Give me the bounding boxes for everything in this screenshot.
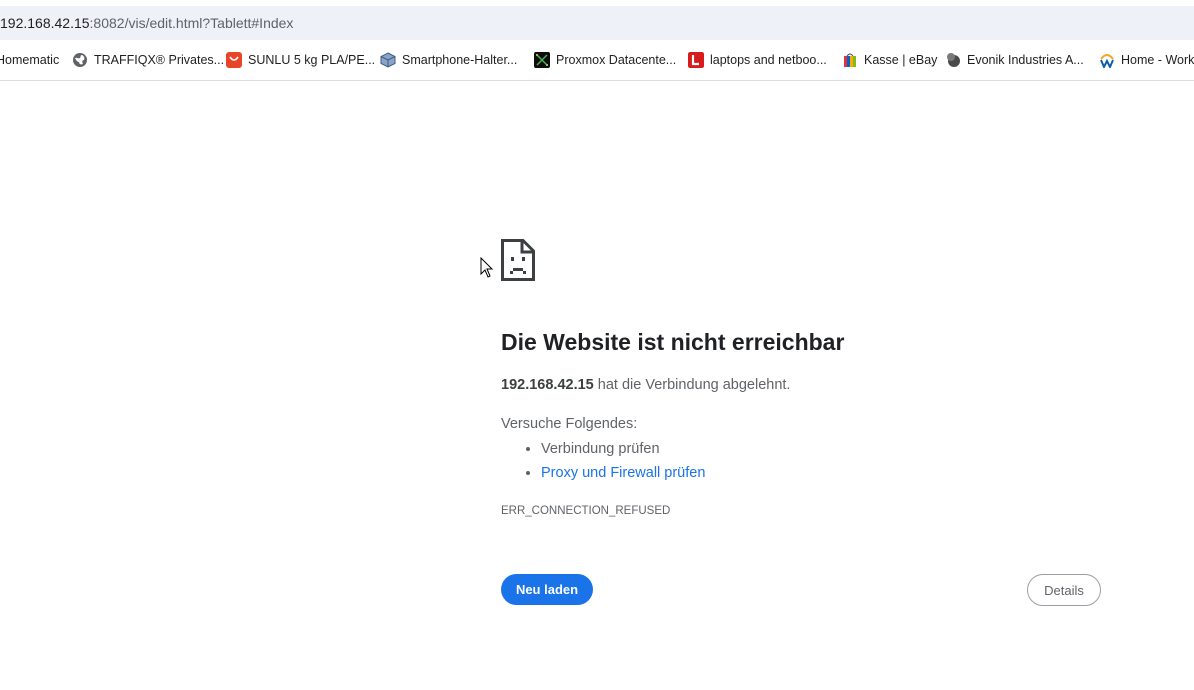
bookmark-label: SUNLU 5 kg PLA/PE... [248,53,376,67]
details-button[interactable]: Details [1027,574,1101,606]
bookmark-label: laptops and netboo... [710,53,827,67]
globe-icon [73,53,87,67]
proxmox-icon [534,52,550,68]
bookmark-label: Kasse | eBay [864,53,938,67]
bookmark-label: Home - Workday [1121,53,1194,67]
mouse-cursor-icon [480,257,494,278]
try-label: Versuche Folgendes: [501,416,638,432]
bookmark-label: TRAFFIQX® Privates... [94,53,225,67]
error-code: ERR_CONNECTION_REFUSED [501,505,671,517]
bookmarks-bar: Homematic TRAFFIQX® Privates... SUNLU 5 … [0,40,1194,81]
error-title: Die Website ist nicht erreichbar [501,329,845,355]
aliexpress-icon [226,52,242,68]
error-message-text: hat die Verbindung abgelehnt. [593,377,791,393]
bookmark-label: Homematic [0,53,60,67]
bookmark-ebay[interactable]: Kasse | eBay [842,40,937,80]
bookmark-label: Proxmox Datacente... [556,53,677,67]
bookmark-label: Smartphone-Halter... [402,53,518,67]
bookmark-label: Evonik Industries A... [967,53,1084,67]
error-host: 192.168.42.15 [501,377,594,393]
cube-icon [380,52,396,68]
error-message: 192.168.42.15 hat die Verbindung abgeleh… [501,377,790,393]
bookmark-homematic[interactable]: Homematic [0,40,59,80]
url-path: :8082/vis/edit.html?Tablett#Index [89,15,294,31]
sad-document-icon [501,239,535,281]
ebay-bag-icon [844,53,856,67]
bookmark-smartphone-halter[interactable]: Smartphone-Halter... [380,40,517,80]
workday-icon [1100,54,1114,68]
evonik-icon [947,53,960,67]
suggestions-list: Verbindung prüfen Proxy und Firewall prü… [501,437,705,485]
bookmark-workday[interactable]: Home - Workday [1099,40,1194,80]
suggestion-check-proxy: Proxy und Firewall prüfen [541,461,705,485]
reload-button[interactable]: Neu laden [501,574,593,605]
address-bar[interactable]: 192.168.42.15:8082/vis/edit.html?Tablett… [0,6,1194,40]
bookmark-laptops[interactable]: laptops and netboo... [688,40,827,80]
bookmark-evonik[interactable]: Evonik Industries A... [945,40,1084,80]
l-logo-icon [688,52,704,68]
suggestion-check-connection: Verbindung prüfen [541,437,705,461]
bookmark-traffiqx[interactable]: TRAFFIQX® Privates... [72,40,224,80]
url-host: 192.168.42.15 [0,15,90,31]
proxy-firewall-link[interactable]: Proxy und Firewall prüfen [541,465,705,481]
suggestion-text: Verbindung prüfen [541,441,660,457]
bookmark-proxmox[interactable]: Proxmox Datacente... [534,40,676,80]
bookmark-sunlu[interactable]: SUNLU 5 kg PLA/PE... [226,40,375,80]
